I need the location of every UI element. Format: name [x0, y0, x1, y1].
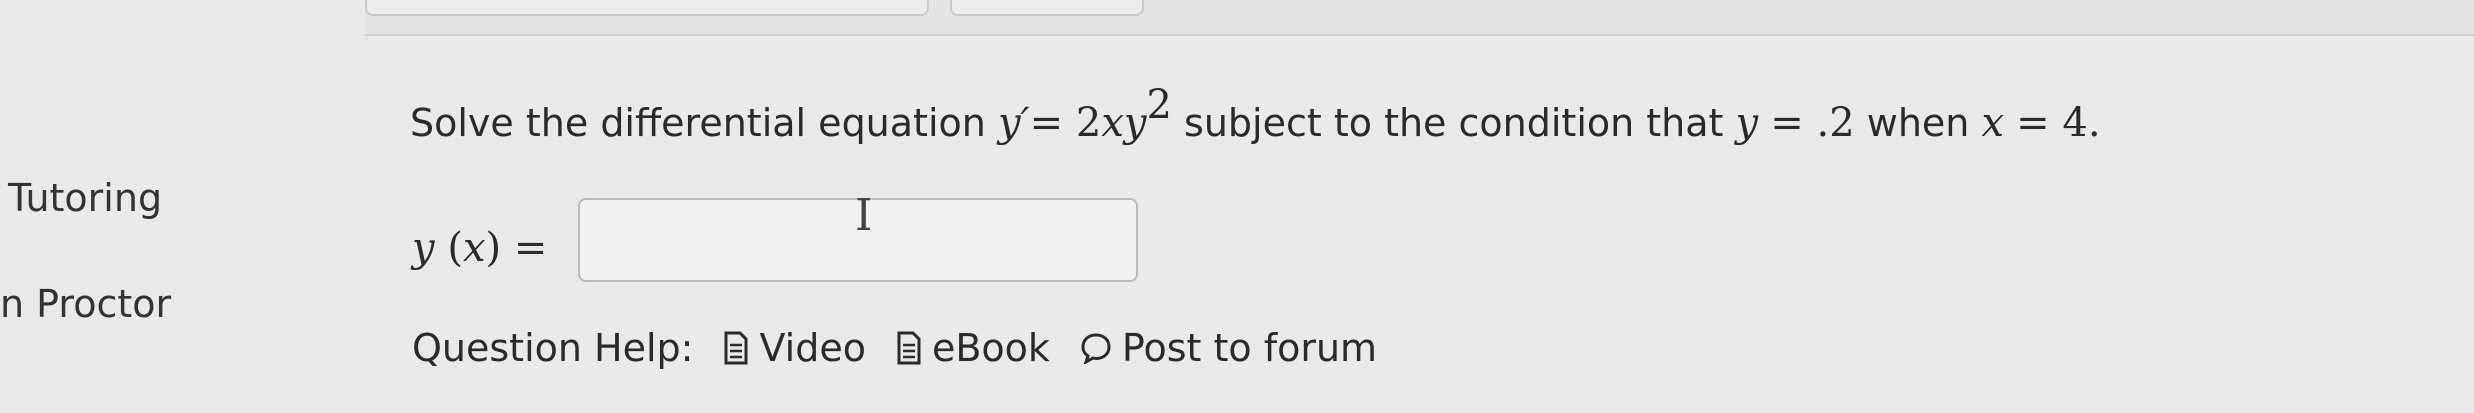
question-help: Question Help: Video eBook Post to forum	[412, 326, 1377, 370]
video-link-label: Video	[759, 326, 866, 370]
ebook-link[interactable]: eBook	[896, 326, 1050, 370]
question-text: Solve the differential equation y′= 2xy2…	[410, 82, 2101, 146]
top-toolbar	[365, 0, 2474, 36]
answer-label-x: x	[462, 225, 486, 271]
condition-x: x	[1981, 100, 2005, 146]
equation-xy: xy	[1101, 100, 1147, 146]
text-cursor-icon: I	[855, 190, 873, 241]
post-to-forum-link[interactable]: Post to forum	[1080, 326, 1377, 370]
equation-exponent: 2	[1146, 82, 1172, 128]
question-prefix: Solve the differential equation	[410, 101, 986, 145]
answer-label-y: y	[412, 225, 435, 271]
equation-equals: = 2	[1029, 100, 1102, 146]
toolbar-button[interactable]	[365, 0, 929, 16]
equation-lhs: y′	[997, 100, 1030, 146]
sidebar-item-tutoring[interactable]: Tutoring	[8, 176, 162, 220]
video-link[interactable]: Video	[723, 326, 866, 370]
answer-label-close: ) =	[485, 225, 548, 271]
answer-label-open: (	[434, 225, 463, 271]
question-help-label: Question Help:	[412, 326, 694, 370]
document-icon	[724, 331, 748, 365]
ebook-link-label: eBook	[931, 326, 1050, 370]
condition-y: y	[1735, 100, 1759, 146]
question-when: when	[1866, 101, 1970, 145]
post-to-forum-label: Post to forum	[1121, 326, 1378, 370]
question-middle: subject to the condition that	[1184, 101, 1724, 145]
speech-bubble-icon	[1081, 333, 1111, 364]
condition-y-value: = .2	[1770, 100, 1855, 146]
answer-label: y (x) =	[412, 225, 547, 271]
sidebar-item-proctor[interactable]: n Proctor	[0, 282, 171, 326]
toolbar-button[interactable]	[950, 0, 1144, 16]
document-icon	[897, 331, 921, 365]
condition-x-value: = 4.	[2016, 100, 2101, 146]
